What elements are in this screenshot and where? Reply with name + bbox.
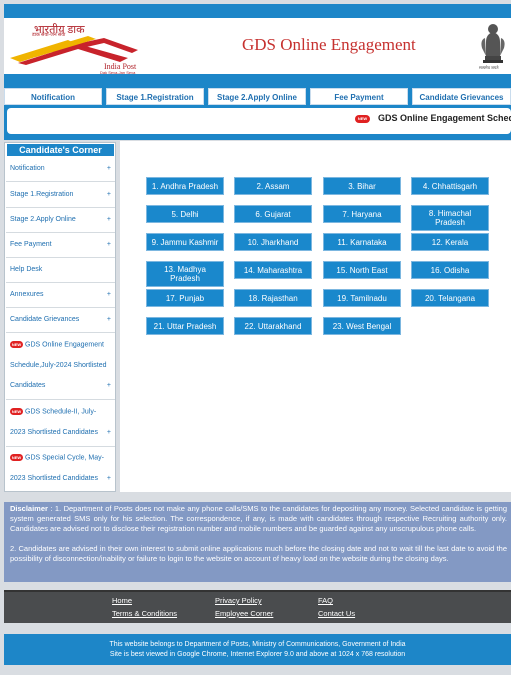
footer-link-faq[interactable]: FAQ [318, 596, 333, 605]
news-line: Schedule,July-2024 Shortlisted [10, 362, 107, 369]
state-button-rajasthan[interactable]: 18. Rajasthan [234, 289, 312, 307]
new-badge-icon: NEW [10, 454, 23, 461]
disclaimer-paragraph-2: 2. Candidates are advised in their own i… [10, 544, 507, 563]
state-button-himachal-pradesh[interactable]: 8. Himachal Pradesh [411, 205, 489, 231]
state-button-chhattisgarh[interactable]: 4. Chhattisgarh [411, 177, 489, 195]
disclaimer-paragraph-1: Disclaimer : 1. Department of Posts does… [10, 504, 507, 534]
state-button-maharashtra[interactable]: 14. Maharashtra [234, 261, 312, 279]
state-button-uttar-pradesh[interactable]: 21. Uttar Pradesh [146, 317, 224, 335]
news-ticker-bar: NEW GDS Online Engagement Schedule [4, 106, 511, 140]
sidebar-item-label: Notification [10, 165, 45, 172]
footer-links: Home Privacy Policy FAQ Terms & Conditio… [4, 590, 511, 623]
sidebar-news-gds-special-may-2023[interactable]: NEW GDS Special Cycle, May- 2023 Shortlis… [6, 447, 115, 491]
news-line: GDS Online Engagement [25, 341, 104, 349]
state-button-punjab[interactable]: 17. Punjab [146, 289, 224, 307]
sidebar-news-gds-july-2024[interactable]: NEW GDS Online Engagement Schedule,July-2… [6, 334, 115, 400]
expand-plus-icon: + [106, 291, 111, 298]
state-button-andhra-pradesh[interactable]: 1. Andhra Pradesh [146, 177, 224, 195]
footer-link-home[interactable]: Home [112, 596, 132, 605]
main-nav: Notification Stage 1.Registration Stage … [4, 74, 511, 106]
nav-candidate-grievances[interactable]: Candidate Grievances [412, 88, 511, 105]
ticker-text[interactable]: GDS Online Engagement Schedule [378, 113, 511, 123]
sidebar-item-stage1-registration[interactable]: Stage 1.Registration + [6, 183, 115, 208]
nav-stage2-apply-online[interactable]: Stage 2.Apply Online [208, 88, 306, 105]
sidebar-item-label: Stage 2.Apply Online [10, 216, 76, 223]
nav-fee-payment[interactable]: Fee Payment [310, 88, 408, 105]
site-header: भारतीय डाक डाक सेवा-जन सेवा India Post D… [4, 18, 511, 75]
sidebar-item-notification[interactable]: Notification + [6, 157, 115, 182]
expand-plus-icon: + [106, 191, 111, 198]
expand-plus-icon: + [106, 216, 111, 223]
sidebar-item-label: Candidate Grievances [10, 316, 80, 323]
nav-stage1-registration[interactable]: Stage 1.Registration [106, 88, 204, 105]
footer-link-employee-corner[interactable]: Employee Corner [215, 609, 273, 618]
expand-plus-icon: + [106, 475, 111, 482]
state-button-haryana[interactable]: 7. Haryana [323, 205, 401, 223]
sidebar-item-label: Stage 1.Registration [10, 191, 74, 198]
emblem-caption: सत्यमेव जयते [479, 65, 499, 70]
expand-plus-icon: + [106, 316, 111, 323]
state-button-tamilnadu[interactable]: 19. Tamilnadu [323, 289, 401, 307]
sidebar-item-stage2-apply-online[interactable]: Stage 2.Apply Online + [6, 208, 115, 233]
state-button-gujarat[interactable]: 6. Gujarat [234, 205, 312, 223]
state-button-north-east[interactable]: 15. North East [323, 261, 401, 279]
news-ticker[interactable]: NEW GDS Online Engagement Schedule [7, 108, 511, 134]
state-selection-panel: 1. Andhra Pradesh 2. Assam 3. Bihar 4. C… [120, 141, 511, 492]
sidebar-item-fee-payment[interactable]: Fee Payment + [6, 233, 115, 258]
state-button-telangana[interactable]: 20. Telangana [411, 289, 489, 307]
state-button-karnataka[interactable]: 11. Karnataka [323, 233, 401, 251]
india-post-logo[interactable]: भारतीय डाक डाक सेवा-जन सेवा India Post D… [8, 22, 144, 75]
state-button-kerala[interactable]: 12. Kerala [411, 233, 489, 251]
state-button-madhya-pradesh[interactable]: 13. Madhya Pradesh [146, 261, 224, 287]
national-emblem-icon [481, 24, 505, 63]
news-line: 2023 Shortlisted Candidates [10, 475, 98, 482]
news-line: Candidates [10, 382, 46, 389]
expand-plus-icon: + [106, 165, 111, 172]
sidebar-title: Candidate's Corner [7, 144, 114, 156]
news-line: GDS Special Cycle, May- [25, 454, 104, 462]
expand-plus-icon: + [106, 429, 111, 436]
footer-browser-text: Site is best viewed in Google Chrome, In… [109, 651, 406, 658]
state-button-odisha[interactable]: 16. Odisha [411, 261, 489, 279]
state-button-west-bengal[interactable]: 23. West Bengal [323, 317, 401, 335]
disclaimer-panel: Disclaimer : 1. Department of Posts does… [4, 502, 511, 582]
sidebar-item-candidate-grievances[interactable]: Candidate Grievances + [6, 308, 115, 333]
state-button-delhi[interactable]: 5. Delhi [146, 205, 224, 223]
candidates-corner-sidebar: Candidate's Corner Notification + Stage … [4, 142, 116, 492]
footer-link-terms[interactable]: Terms & Conditions [112, 609, 177, 618]
news-line: GDS Schedule-II, July- [25, 408, 97, 416]
state-button-uttarakhand[interactable]: 22. Uttarakhand [234, 317, 312, 335]
sidebar-news-gds-schedule-2-july-2023[interactable]: NEW GDS Schedule-II, July- 2023 Shortlist… [6, 401, 115, 447]
new-badge-icon: NEW [10, 408, 23, 415]
state-button-assam[interactable]: 2. Assam [234, 177, 312, 195]
site-info-footer: This website belongs to Department of Po… [4, 634, 511, 665]
state-button-jammu-kashmir[interactable]: 9. Jammu Kashmir [146, 233, 224, 251]
new-badge-icon: NEW [10, 341, 23, 348]
expand-plus-icon: + [106, 382, 111, 389]
expand-plus-icon: + [106, 241, 111, 248]
sidebar-item-label: Annexures [10, 291, 44, 298]
footer-link-privacy-policy[interactable]: Privacy Policy [215, 596, 262, 605]
sidebar-item-help-desk[interactable]: Help Desk [6, 258, 115, 283]
disclaimer-label: Disclaimer [10, 504, 48, 513]
page-title: GDS Online Engagement [242, 35, 416, 54]
state-button-bihar[interactable]: 3. Bihar [323, 177, 401, 195]
footer-link-contact-us[interactable]: Contact Us [318, 609, 355, 618]
new-badge-icon: NEW [355, 115, 370, 123]
nav-notification[interactable]: Notification [4, 88, 102, 105]
sidebar-item-label: Fee Payment [10, 241, 52, 248]
state-button-jharkhand[interactable]: 10. Jharkhand [234, 233, 312, 251]
sidebar-item-label: Help Desk [10, 266, 43, 273]
top-bar [4, 4, 511, 18]
disclaimer-text-1: : 1. Department of Posts does not make a… [10, 504, 507, 533]
sidebar-item-annexures[interactable]: Annexures + [6, 283, 115, 308]
news-line: 2023 Shortlisted Candidates [10, 429, 98, 436]
footer-ownership-text: This website belongs to Department of Po… [109, 641, 406, 648]
